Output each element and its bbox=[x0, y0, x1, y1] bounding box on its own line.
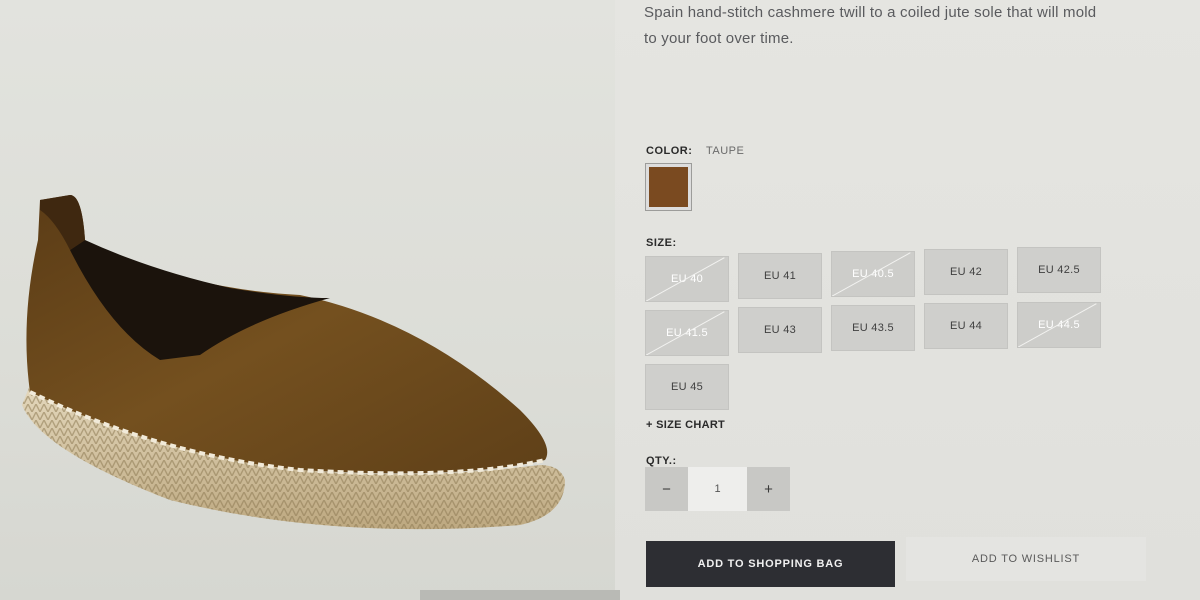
size-option-label: EU 44.5 bbox=[1038, 319, 1080, 331]
add-to-bag-button[interactable]: ADD TO SHOPPING BAG bbox=[646, 541, 895, 587]
espadrille-image bbox=[22, 195, 565, 530]
product-description: Spain hand-stitch cashmere twill to a co… bbox=[644, 0, 1184, 52]
size-option-label: EU 42.5 bbox=[1038, 264, 1080, 276]
product-image-pane bbox=[0, 0, 615, 600]
footer-edge bbox=[420, 590, 620, 600]
size-option-label: EU 40 bbox=[670, 273, 704, 285]
quantity-label: QTY.: bbox=[646, 455, 677, 467]
add-to-wishlist-button[interactable]: ADD TO WISHLIST bbox=[906, 537, 1146, 581]
size-label: SIZE: bbox=[646, 237, 677, 249]
size-option[interactable]: EU 41 bbox=[738, 253, 822, 299]
description-line: to your foot over time. bbox=[644, 30, 794, 47]
quantity-input[interactable] bbox=[688, 467, 747, 511]
size-option-label: EU 43 bbox=[763, 324, 797, 336]
quantity-increase-button[interactable]: + bbox=[747, 467, 790, 511]
size-option[interactable]: EU 44 bbox=[924, 303, 1008, 349]
size-option-label: EU 40.5 bbox=[852, 268, 894, 280]
size-option[interactable]: EU 40.5 bbox=[831, 251, 915, 297]
color-selector-label: COLOR: TAUPE bbox=[646, 145, 744, 157]
size-option[interactable]: EU 44.5 bbox=[1017, 302, 1101, 348]
size-option-label: EU 41.5 bbox=[666, 327, 708, 339]
size-option[interactable]: EU 43.5 bbox=[831, 305, 915, 351]
size-option[interactable]: EU 45 bbox=[645, 364, 729, 410]
size-option[interactable]: EU 41.5 bbox=[645, 310, 729, 356]
size-option[interactable]: EU 42.5 bbox=[1017, 247, 1101, 293]
size-option-label: EU 42 bbox=[949, 266, 983, 278]
size-option-label: EU 44 bbox=[949, 320, 983, 332]
size-option-label: EU 45 bbox=[670, 381, 704, 393]
size-option[interactable]: EU 40 bbox=[645, 256, 729, 302]
color-value: TAUPE bbox=[705, 145, 745, 157]
size-option[interactable]: EU 43 bbox=[738, 307, 822, 353]
size-chart-link[interactable]: + SIZE CHART bbox=[646, 419, 725, 431]
quantity-decrease-button[interactable]: − bbox=[645, 467, 688, 511]
color-swatch-taupe[interactable] bbox=[645, 163, 692, 211]
swatch-fill bbox=[649, 167, 688, 207]
size-option-label: EU 41 bbox=[763, 270, 797, 282]
size-option[interactable]: EU 42 bbox=[924, 249, 1008, 295]
color-label: COLOR: bbox=[646, 145, 693, 157]
description-line: Spain hand-stitch cashmere twill to a co… bbox=[644, 4, 1097, 21]
size-option-label: EU 43.5 bbox=[852, 322, 894, 334]
